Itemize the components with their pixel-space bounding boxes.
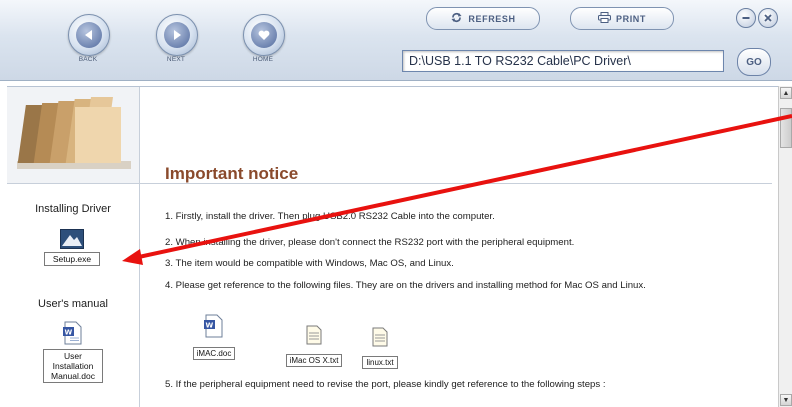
close-button[interactable] [758,8,778,28]
manual-file-line2: Installation [52,361,94,371]
home-label: HOME [252,56,274,63]
step-2-text: 2. When installing the driver, please do… [165,237,575,248]
minimize-icon [742,17,750,19]
home-heart-icon [251,22,277,48]
toolbar: BACK NEXT HOME REFRESH PRINT D:\USB 1.1 … [0,0,792,81]
linux-txt-file[interactable]: linux.txt [355,327,405,370]
word-doc-icon: W [204,314,223,338]
step-3-text: 3. The item would be compatible with Win… [165,258,454,269]
next-icon [164,22,190,48]
sidebar: Installing Driver Setup.exe User's manua… [7,87,140,407]
refresh-label: REFRESH [468,13,516,24]
close-icon [764,14,772,22]
setup-icon[interactable] [60,229,84,249]
print-button[interactable]: PRINT [570,7,674,30]
file-label: iMAC.doc [192,347,236,360]
main-panel: Important notice 1. Firstly, install the… [140,87,772,407]
back-icon [76,22,102,48]
main-header: Important notice [140,87,772,184]
step-1-text: 1. Firstly, install the driver. Then plu… [165,211,495,222]
folders-icon [17,97,131,169]
setup-file-link[interactable]: Setup.exe [44,252,100,266]
page-title: Important notice [165,164,299,183]
next-button[interactable] [156,14,198,56]
next-label: NEXT [166,56,186,63]
driver-browser-window: BACK NEXT HOME REFRESH PRINT D:\USB 1.1 … [0,0,792,407]
text-file-icon [372,327,388,347]
svg-text:W: W [65,329,73,337]
imac-doc-file[interactable]: W iMAC.doc [184,314,244,361]
print-label: PRINT [616,13,646,24]
scroll-down-arrow[interactable]: ▼ [780,394,792,406]
users-manual-heading: User's manual [38,298,108,310]
printer-icon [598,12,611,25]
text-file-icon [306,325,322,345]
go-button[interactable]: GO [737,48,771,76]
word-doc-icon[interactable]: W [62,321,84,345]
refresh-button[interactable]: REFRESH [426,7,540,30]
imac-osx-txt-file[interactable]: iMac OS X.txt [280,325,348,368]
back-label: BACK [78,56,98,63]
file-label: iMac OS X.txt [285,354,343,367]
content-area: Installing Driver Setup.exe User's manua… [7,86,780,407]
path-field[interactable]: D:\USB 1.1 TO RS232 Cable\PC Driver\ [402,50,724,72]
scroll-thumb[interactable] [780,108,792,148]
minimize-button[interactable] [736,8,756,28]
svg-text:W: W [206,322,214,330]
sidebar-banner [7,87,139,184]
vertical-scrollbar[interactable]: ▲ ▼ [778,86,792,407]
back-button[interactable] [68,14,110,56]
scroll-up-arrow[interactable]: ▲ [780,87,792,99]
manual-file-line1: User [64,351,82,361]
step-5-text: 5. If the peripheral equipment need to r… [165,379,606,390]
manual-file-link[interactable]: User Installation Manual.doc [43,349,103,383]
manual-file-line3: Manual.doc [51,371,95,381]
refresh-icon [450,12,463,25]
file-label: linux.txt [362,356,398,369]
home-button[interactable] [243,14,285,56]
step-4-text: 4. Please get reference to the following… [165,280,646,291]
installing-driver-heading: Installing Driver [35,203,111,215]
